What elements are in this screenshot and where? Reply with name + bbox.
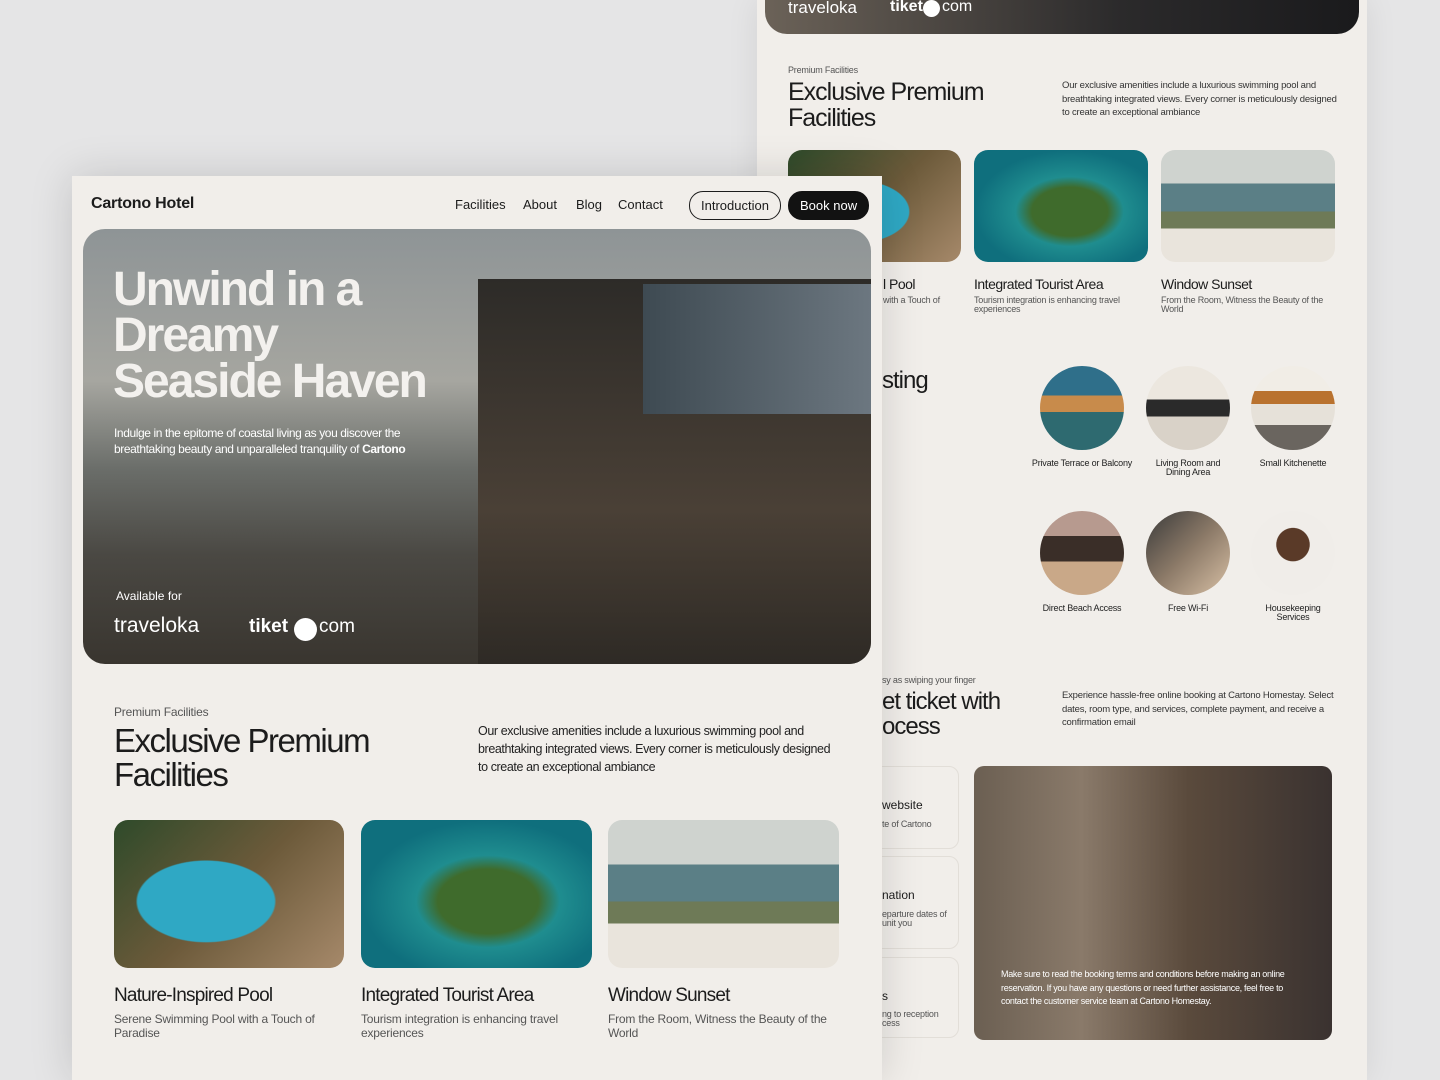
living-room-image bbox=[1146, 366, 1230, 450]
card-subtitle: Serene Swimming Pool with a Touch of Par… bbox=[114, 1012, 315, 1040]
booking-eyebrow: sy as swiping your finger bbox=[882, 675, 976, 685]
tourist-area-image bbox=[974, 150, 1148, 262]
tiket-logo[interactable]: tiket bbox=[249, 616, 288, 638]
section-title: Exclusive Premium Facilities bbox=[788, 78, 985, 132]
amenities-title: sting bbox=[882, 367, 929, 394]
card-subtitle: From the Room, Witness the Beauty of the… bbox=[1161, 295, 1324, 315]
introduction-button[interactable]: Introduction bbox=[689, 191, 781, 220]
beach-image bbox=[1040, 511, 1124, 595]
title-line: et ticket with bbox=[882, 688, 1001, 715]
step-text: eparture dates of unit you bbox=[882, 909, 947, 929]
housekeeping-image bbox=[1251, 511, 1335, 595]
hero-image-bottom: traveloka tiket com bbox=[765, 0, 1359, 34]
title-line: Exclusive Premium bbox=[114, 722, 371, 759]
card-title: Window Sunset bbox=[1161, 276, 1252, 292]
title-line: Dreamy bbox=[113, 309, 279, 362]
amenity-label: Free Wi-Fi bbox=[1168, 603, 1208, 613]
amenity-label: Private Terrace or Balcony bbox=[1031, 458, 1133, 468]
amenity-label: Housekeeping Services bbox=[1265, 603, 1321, 623]
amenity-label: Living Room and Dining Area bbox=[1155, 458, 1221, 478]
pool-image[interactable] bbox=[114, 820, 344, 968]
step-text: te of Cartono bbox=[882, 819, 932, 829]
nav-about[interactable]: About bbox=[523, 197, 557, 212]
section-description: Our exclusive amenities include a luxuri… bbox=[478, 724, 831, 774]
available-label: Available for bbox=[116, 589, 182, 603]
tourist-area-image[interactable] bbox=[361, 820, 592, 968]
nav-contact[interactable]: Contact bbox=[618, 197, 663, 212]
booking-description: Experience hassle-free online booking at… bbox=[1062, 690, 1334, 728]
book-now-button[interactable]: Book now bbox=[788, 191, 870, 220]
card-subtitle: Tourism integration is enhancing travel … bbox=[361, 1012, 558, 1040]
tiket-dot-icon bbox=[294, 618, 317, 641]
front-page-mockup: Cartono Hotel Facilities About Blog Cont… bbox=[72, 176, 882, 1080]
tiket-dot-icon bbox=[923, 0, 940, 17]
hero-banner: Unwind in a Dreamy Seaside Haven Indulge i… bbox=[83, 229, 871, 664]
amenity-label: Small Kitchenette bbox=[1259, 458, 1327, 468]
card-title: Window Sunset bbox=[608, 985, 730, 1006]
wifi-image bbox=[1146, 511, 1230, 595]
card-title: Integrated Tourist Area bbox=[974, 276, 1104, 292]
section-eyebrow: Premium Facilities bbox=[788, 65, 858, 75]
card-subtitle: with a Touch of bbox=[883, 295, 940, 305]
card-subtitle: From the Room, Witness the Beauty of the… bbox=[608, 1012, 827, 1040]
window-sunset-image[interactable] bbox=[608, 820, 839, 968]
villa-window bbox=[643, 284, 871, 414]
booking-title: et ticket with ocess bbox=[882, 688, 1001, 740]
title-line: Seaside Haven bbox=[113, 355, 428, 408]
tiket-com-text: com bbox=[942, 0, 973, 15]
kitchenette-image bbox=[1251, 366, 1335, 450]
section-title: Exclusive Premium Facilities bbox=[114, 722, 371, 793]
step-title: nation bbox=[882, 888, 915, 902]
title-line: Unwind in a bbox=[113, 263, 362, 316]
amenity-label: Direct Beach Access bbox=[1042, 603, 1122, 613]
booking-note: Make sure to read the booking terms and … bbox=[1001, 969, 1285, 1006]
subtitle-text: Indulge in the epitome of coastal living… bbox=[114, 426, 401, 456]
tiket-logo: tiket bbox=[890, 0, 923, 15]
step-title: website bbox=[882, 798, 923, 812]
card-subtitle: Tourism integration is enhancing travel … bbox=[974, 295, 1120, 315]
title-line: Facilities bbox=[114, 756, 229, 793]
hero-title: Unwind in a Dreamy Seaside Haven bbox=[113, 263, 428, 408]
hero-subtitle: Indulge in the epitome of coastal living… bbox=[114, 425, 434, 457]
step-text: ng to reception cess bbox=[882, 1009, 939, 1029]
card-title: Integrated Tourist Area bbox=[361, 985, 534, 1006]
window-sunset-image bbox=[1161, 150, 1335, 262]
tiket-com-text: com bbox=[319, 616, 355, 637]
step-title: s bbox=[882, 989, 888, 1003]
brand-logo[interactable]: Cartono Hotel bbox=[91, 195, 194, 213]
subtitle-brand: Cartono bbox=[362, 442, 406, 456]
traveloka-logo: traveloka bbox=[788, 0, 857, 17]
card-title: Nature-Inspired Pool bbox=[114, 985, 273, 1006]
title-line: Facilities bbox=[788, 104, 876, 132]
section-description: Our exclusive amenities include a luxuri… bbox=[1062, 80, 1337, 118]
section-eyebrow: Premium Facilities bbox=[114, 705, 209, 719]
reception-image: Make sure to read the booking terms and … bbox=[974, 766, 1332, 1040]
traveloka-logo[interactable]: traveloka bbox=[114, 614, 199, 638]
terrace-image bbox=[1040, 366, 1124, 450]
card-title: l Pool bbox=[883, 276, 916, 292]
title-line: ocess bbox=[882, 713, 941, 740]
nav-blog[interactable]: Blog bbox=[576, 197, 602, 212]
nav-facilities[interactable]: Facilities bbox=[455, 197, 506, 212]
title-line: Exclusive Premium bbox=[788, 78, 985, 106]
